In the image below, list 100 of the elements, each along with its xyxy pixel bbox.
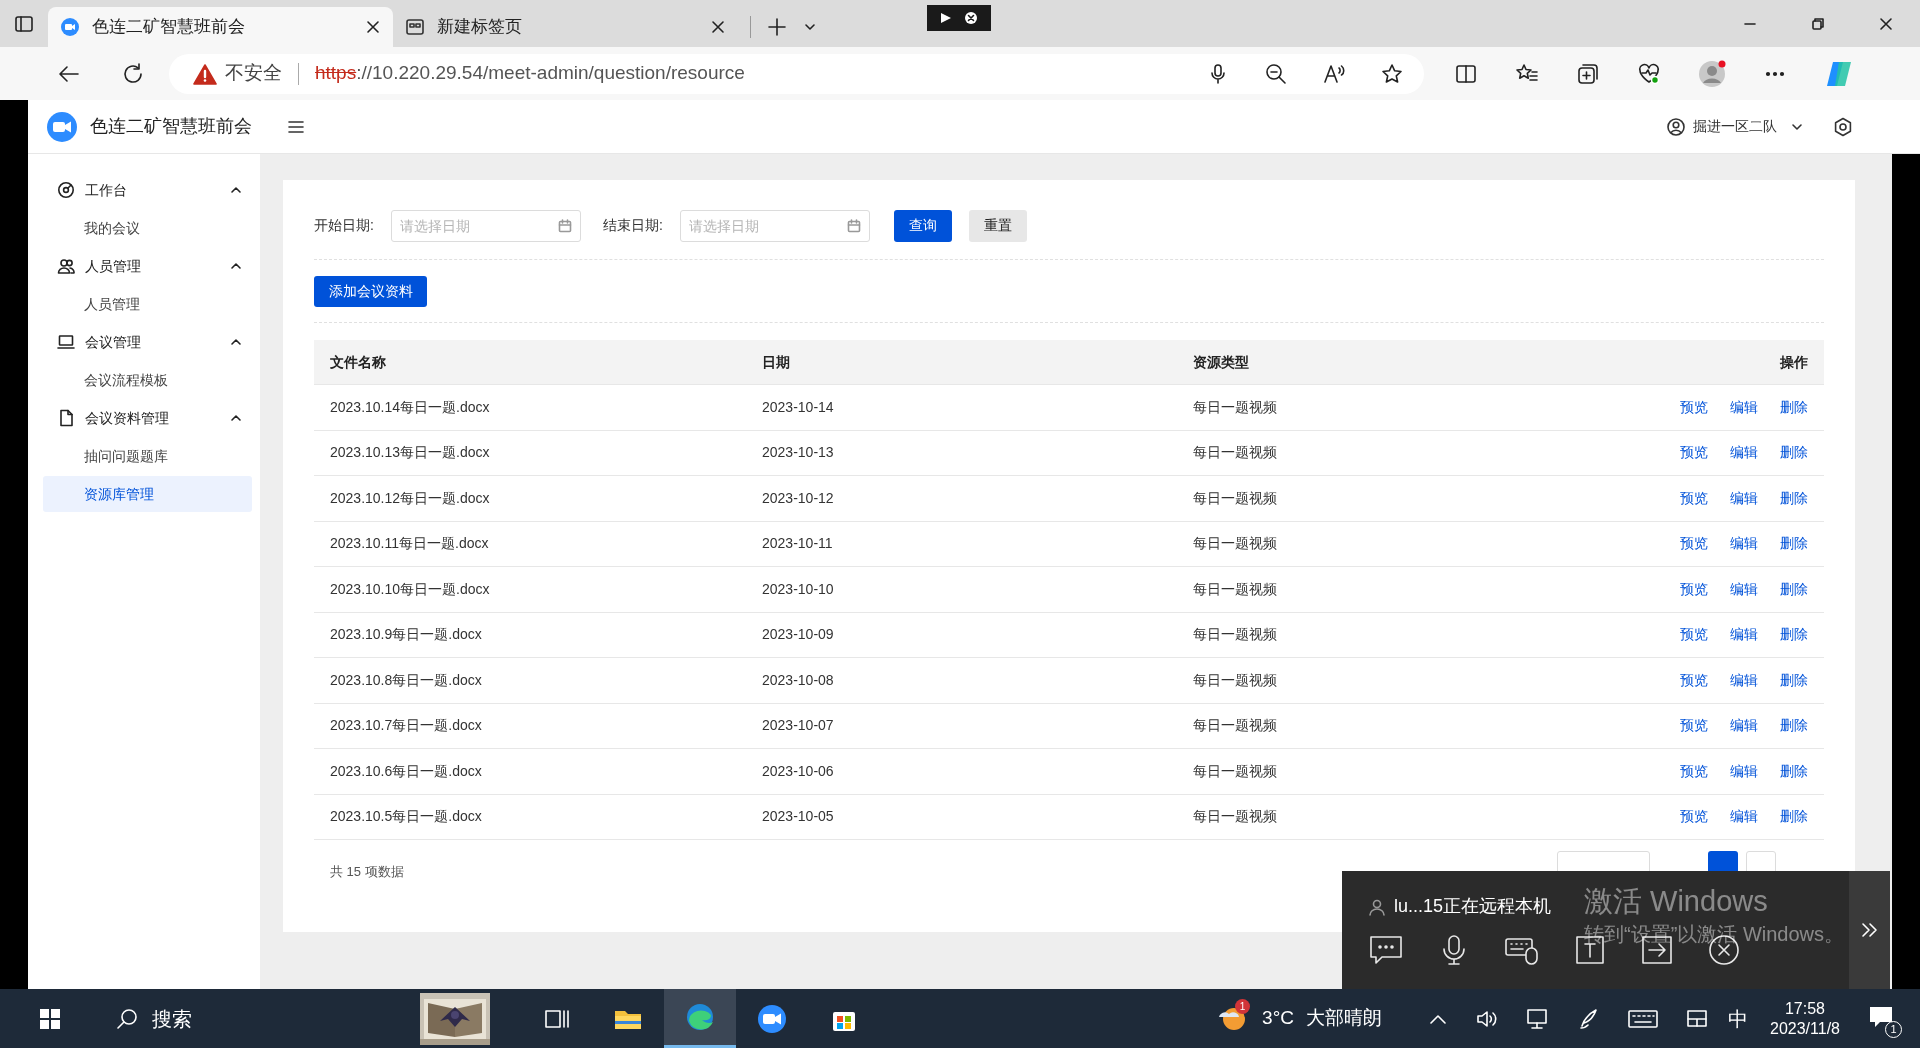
video-camera-icon[interactable] <box>756 1002 788 1035</box>
tab-actions-icon[interactable] <box>14 13 34 34</box>
table-cell-text: 2023.10.14每日一题.docx <box>330 397 491 417</box>
menu-group[interactable]: 会议管理 <box>43 323 252 361</box>
action-link[interactable]: 删除 <box>1780 442 1808 464</box>
table-cell-text: 每日一题视频 <box>1193 443 1278 463</box>
action-link[interactable]: 编辑 <box>1730 806 1758 828</box>
clock[interactable]: 17:58 2023/11/8 <box>1770 998 1840 1039</box>
browser-tab[interactable]: 新建标签页 <box>393 7 738 47</box>
grid-page-icon <box>405 17 425 37</box>
zoom-out-icon[interactable] <box>1264 61 1288 86</box>
action-link[interactable]: 删除 <box>1780 624 1808 646</box>
heart-pulse-icon[interactable] <box>1637 61 1661 86</box>
action-link[interactable]: 编辑 <box>1730 715 1758 737</box>
action-link[interactable]: 删除 <box>1780 669 1808 691</box>
date-field[interactable]: 请选择日期 <box>679 209 870 242</box>
action-link[interactable]: 编辑 <box>1730 578 1758 600</box>
pen-icon[interactable] <box>1578 1007 1600 1030</box>
menu-group[interactable]: 工作台 <box>43 171 252 209</box>
reset-button[interactable]: 重置 <box>968 209 1027 242</box>
field-label: 开始日期: <box>314 216 374 235</box>
table-cell-text: 2023-10-13 <box>762 443 835 463</box>
keyboard-icon[interactable] <box>1628 1007 1658 1030</box>
people-icon <box>57 257 75 275</box>
table-cell-text: 2023-10-12 <box>762 488 835 508</box>
settings-icon[interactable] <box>1833 116 1853 137</box>
action-link[interactable]: 删除 <box>1780 396 1808 418</box>
table-cell-text: 2023-10-08 <box>762 670 835 690</box>
close-icon[interactable] <box>1878 15 1894 32</box>
action-link[interactable]: 预览 <box>1680 533 1708 555</box>
activation-watermark-title: 激活 Windows <box>1584 884 1769 919</box>
table-cell-text: 2023-10-06 <box>762 761 835 781</box>
column-header: 日期 <box>762 352 791 372</box>
action-link[interactable]: 编辑 <box>1730 396 1758 418</box>
action-link[interactable]: 删除 <box>1780 578 1808 600</box>
star-icon[interactable] <box>1380 61 1404 86</box>
profile-avatar-icon[interactable] <box>1698 59 1726 88</box>
app-title: 色连二矿智慧班前会 <box>90 115 252 138</box>
menu-item[interactable]: 人员管理 <box>43 286 252 322</box>
tab-title: 新建标签页 <box>437 16 523 39</box>
action-link[interactable]: 删除 <box>1780 760 1808 782</box>
action-link[interactable]: 预览 <box>1680 396 1708 418</box>
table-cell-text: 2023.10.12每日一题.docx <box>330 488 491 508</box>
action-link[interactable]: 编辑 <box>1730 442 1758 464</box>
video-camera-icon <box>46 110 78 143</box>
total-count: 共 15 项数据 <box>330 863 404 882</box>
windows-logo-icon <box>39 1007 61 1030</box>
action-link[interactable]: 预览 <box>1680 578 1708 600</box>
menu-item[interactable]: 抽问问题题库 <box>43 438 252 474</box>
action-link[interactable]: 编辑 <box>1730 533 1758 555</box>
action-link[interactable]: 预览 <box>1680 442 1708 464</box>
action-link[interactable]: 删除 <box>1780 487 1808 509</box>
calendar-icon <box>557 218 572 233</box>
menu-item[interactable]: 我的会议 <box>43 210 252 246</box>
column-header: 操作 <box>1779 352 1808 372</box>
menu-item[interactable]: 资源库管理 <box>43 476 252 512</box>
new-tab-icon[interactable] <box>767 17 787 37</box>
query-button[interactable]: 查询 <box>893 209 952 242</box>
address-field[interactable]: 不安全 https://10.220.29.54/meet-admin/question/resource <box>169 53 1424 94</box>
action-link[interactable]: 编辑 <box>1730 624 1758 646</box>
browser-tab[interactable]: 色连二矿智慧班前会 <box>48 7 393 47</box>
action-link[interactable]: 编辑 <box>1730 669 1758 691</box>
temperature: 3°C <box>1262 1006 1294 1031</box>
browser-icon[interactable] <box>684 1001 716 1033</box>
action-link[interactable]: 编辑 <box>1730 487 1758 509</box>
input-method-indicator[interactable]: 中 <box>1728 1003 1748 1034</box>
action-link[interactable]: 预览 <box>1680 806 1708 828</box>
action-link[interactable]: 预览 <box>1680 760 1708 782</box>
close-icon[interactable] <box>710 19 726 35</box>
url-text: https://10.220.29.54/meet-admin/question/resource <box>315 61 745 86</box>
weather-text: 大部晴朗 <box>1306 1006 1382 1031</box>
menu-group[interactable]: 会议资料管理 <box>43 399 252 437</box>
close-icon[interactable] <box>365 19 381 35</box>
action-link[interactable]: 预览 <box>1680 487 1708 509</box>
date-field[interactable]: 请选择日期 <box>390 209 581 242</box>
table-cell-text: 2023-10-14 <box>762 397 835 417</box>
remote-control-bar-icon[interactable] <box>927 5 991 31</box>
action-link[interactable]: 预览 <box>1680 669 1708 691</box>
action-link[interactable]: 编辑 <box>1730 760 1758 782</box>
action-link[interactable]: 预览 <box>1680 715 1708 737</box>
column-header: 资源类型 <box>1193 352 1250 372</box>
collections-icon[interactable] <box>1576 61 1600 86</box>
action-link[interactable]: 删除 <box>1780 806 1808 828</box>
action-link[interactable]: 预览 <box>1680 624 1708 646</box>
menu-item[interactable]: 会议流程模板 <box>43 362 252 398</box>
add-material-button[interactable]: 添加会议资料 <box>314 275 427 307</box>
column-header: 文件名称 <box>330 352 387 372</box>
restore-icon[interactable] <box>1810 15 1826 32</box>
action-link[interactable]: 删除 <box>1780 533 1808 555</box>
chevron-up-icon <box>230 260 242 272</box>
taskbar-search-field[interactable]: 搜索 <box>100 989 420 1048</box>
search-icon <box>116 1007 138 1030</box>
user-menu[interactable]: 掘进一区二队 <box>1667 116 1803 137</box>
network-icon[interactable] <box>1526 1007 1550 1030</box>
action-link[interactable]: 删除 <box>1780 715 1808 737</box>
menu-group[interactable]: 人员管理 <box>43 247 252 285</box>
refresh-icon[interactable] <box>121 61 145 86</box>
chat-icon[interactable] <box>1368 934 1404 966</box>
window-layout-icon[interactable] <box>1686 1007 1708 1030</box>
calendar-icon <box>846 218 861 233</box>
